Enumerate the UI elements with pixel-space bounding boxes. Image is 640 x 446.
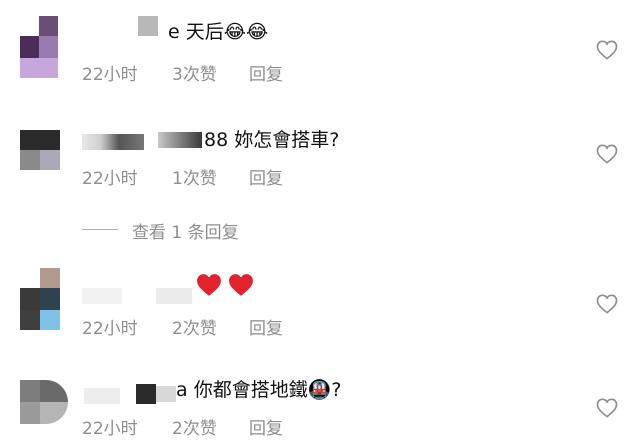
username-redacted[interactable] [158,132,202,148]
comment-text: e 天后😂😂 [168,20,268,44]
like-count[interactable]: 1次赞 [172,164,217,189]
divider-line [82,229,118,230]
comment-item: a 你都會搭地鐵🚇? 22小时 2次赞 回复 [0,372,640,446]
comment-text: 88 妳怎會搭車? [204,128,339,152]
timestamp: 22小时 [82,169,138,189]
comment-item: e 天后😂😂 22小时 3次赞 回复 [0,10,640,90]
like-count[interactable]: 2次赞 [172,314,217,339]
username-tail[interactable]: 88 [204,129,228,151]
heart-outline-icon[interactable] [596,144,618,164]
like-count[interactable]: 3次赞 [172,60,217,85]
heart-outline-icon[interactable] [596,398,618,418]
view-replies-label: 查看 1 条回复 [132,223,239,243]
reply-button[interactable]: 回复 [249,314,283,339]
comment-item: 22小时 2次赞 回复 [0,266,640,346]
reply-button[interactable]: 回复 [249,164,283,189]
heart-outline-icon[interactable] [596,294,618,314]
avatar[interactable] [20,16,58,78]
comment-body: 天后😂😂 [185,21,269,43]
username-redacted[interactable] [84,388,120,404]
view-replies-button[interactable]: 查看 1 条回复 [82,218,302,243]
timestamp: 22小时 [82,319,138,339]
avatar[interactable] [20,268,60,330]
username-tail[interactable]: e [168,21,180,43]
timestamp: 22小时 [82,65,138,85]
avatar[interactable] [20,380,68,424]
username-redacted[interactable] [136,384,156,404]
heart-outline-icon[interactable] [596,40,618,60]
username-tail[interactable]: a [176,379,188,401]
comment-item: 88 妳怎會搭車? 22小时 1次赞 回复 [0,124,640,204]
username-redacted[interactable] [138,16,158,36]
avatar[interactable] [20,130,60,170]
reply-button[interactable]: 回复 [249,414,283,439]
like-count[interactable]: 2次赞 [172,414,217,439]
comment-body: 妳怎會搭車? [234,129,340,151]
timestamp: 22小时 [82,419,138,439]
username-redacted[interactable] [156,386,176,402]
red-heart-emoji [197,273,221,296]
reply-button[interactable]: 回复 [249,60,283,85]
comment-text [196,272,254,297]
red-heart-emoji [229,273,253,296]
username-redacted[interactable] [156,288,192,304]
comment-body: 你都會搭地鐵🚇? [193,379,342,401]
comment-text: a 你都會搭地鐵🚇? [176,378,341,402]
username-redacted[interactable] [82,288,122,304]
username-redacted[interactable] [82,134,144,150]
